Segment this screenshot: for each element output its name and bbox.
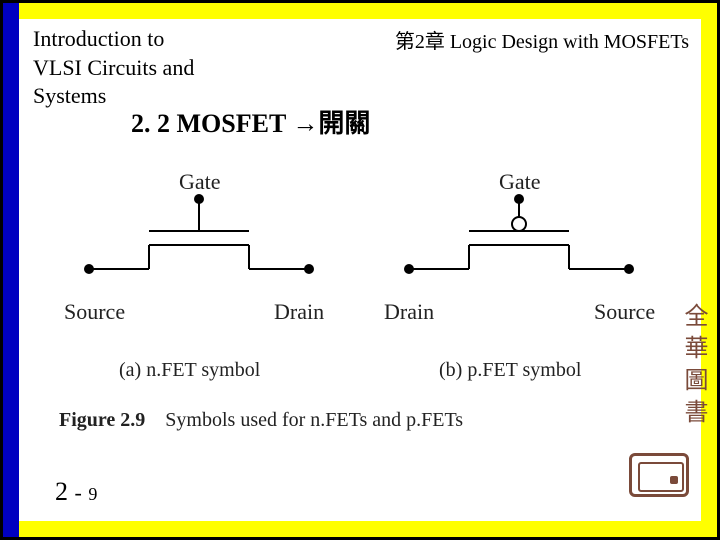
figure-number: Figure 2.9 bbox=[59, 409, 145, 431]
book-title-line: Introduction to VLSI Circuits and System… bbox=[33, 26, 194, 108]
slide-blue-strip bbox=[3, 3, 19, 537]
nfet-source-label: Source bbox=[64, 299, 125, 325]
figure-caption: Figure 2.9 Symbols used for n.FETs and p… bbox=[59, 409, 463, 432]
book-title: Introduction to VLSI Circuits and System… bbox=[33, 25, 194, 111]
chapter-title: 第2章 Logic Design with MOSFETs bbox=[395, 25, 689, 54]
figure-area: Gate Source Drain (a) n. bbox=[59, 169, 659, 419]
pfet-drain-label: Drain bbox=[384, 299, 434, 325]
pfet-source-label: Source bbox=[594, 299, 655, 325]
section-title: 2. 2 MOSFET →開關 bbox=[131, 103, 370, 140]
nfet-diagram: Gate Source Drain (a) n. bbox=[69, 169, 349, 309]
figure-text: Symbols used for n.FETs and p.FETs bbox=[165, 409, 463, 431]
page-dash: - bbox=[75, 480, 82, 505]
publisher-vertical-text: 全華圖書 bbox=[676, 303, 711, 431]
page-number: 2 - 9 bbox=[55, 477, 97, 507]
nfet-gate-label: Gate bbox=[179, 169, 221, 195]
page-subnum: 9 bbox=[88, 484, 97, 504]
nfet-drain-label: Drain bbox=[274, 299, 324, 325]
pfet-caption: (b) p.FET symbol bbox=[439, 359, 581, 382]
pfet-diagram: Gate Drain S bbox=[389, 169, 669, 309]
pfet-gate-label: Gate bbox=[499, 169, 541, 195]
publisher-logo-icon bbox=[629, 453, 689, 497]
slide-content: Introduction to VLSI Circuits and System… bbox=[19, 19, 701, 521]
page-chapter: 2 bbox=[55, 477, 68, 506]
nfet-caption: (a) n.FET symbol bbox=[119, 359, 260, 382]
